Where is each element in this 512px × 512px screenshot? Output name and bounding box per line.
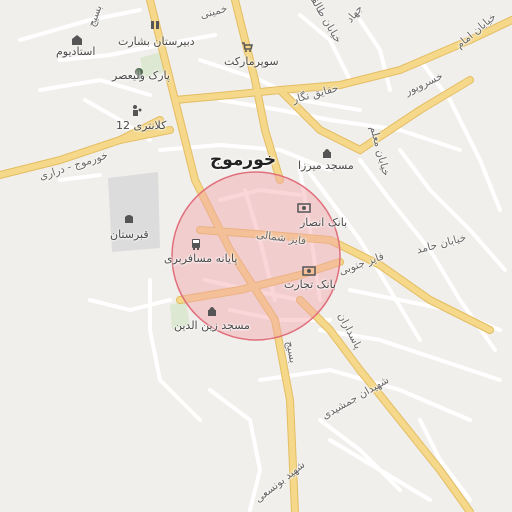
bus-terminal-label: پایانه مسافربری	[164, 252, 238, 265]
mosque-zeinoddin-label: مسجد زین الدین	[174, 319, 250, 332]
police-label: کلانتری 12	[116, 119, 167, 132]
mosque-icon[interactable]	[205, 303, 219, 317]
map-view[interactable]: استادیوم دبیرستان بشارت سوپرمارکت پارک و…	[0, 0, 512, 512]
mosque-icon[interactable]	[320, 145, 334, 159]
cemetery-icon[interactable]	[122, 211, 136, 225]
stadium-label: استادیوم	[56, 45, 96, 58]
shopping-cart-icon[interactable]	[240, 40, 254, 54]
supermarket-label: سوپرمارکت	[224, 55, 279, 68]
school-label: دبیرستان بشارت	[118, 35, 195, 48]
city-label: خورموج	[210, 150, 277, 170]
bus-icon[interactable]	[189, 237, 203, 251]
park-label: پارک ولیعصر	[112, 69, 170, 82]
bank-icon[interactable]	[297, 201, 311, 215]
school-icon[interactable]	[148, 18, 162, 32]
bank-icon[interactable]	[302, 264, 316, 278]
mosque-mirza-label: مسجد میرزا	[298, 159, 354, 172]
police-icon[interactable]	[130, 103, 144, 117]
bank-tejarat-label: بانک تجارت	[284, 278, 336, 291]
cemetery-label: قبرستان	[110, 228, 149, 241]
bank-ansar-label: بانک انصار	[300, 216, 348, 229]
